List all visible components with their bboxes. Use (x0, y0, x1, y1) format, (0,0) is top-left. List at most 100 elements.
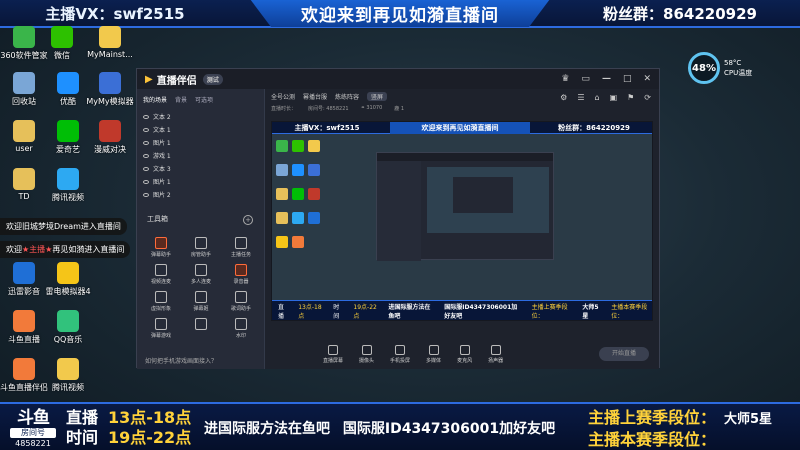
rank-last-label: 主播上赛季段位： (588, 408, 717, 427)
tool-item[interactable]: 歌词助手 (221, 291, 261, 312)
tool-item[interactable]: 多人连麦 (181, 264, 221, 285)
tab-background[interactable]: 背景 (175, 95, 187, 104)
desktop-icon[interactable]: MyMainst... (84, 26, 136, 59)
tool-item[interactable] (181, 318, 221, 339)
preview-time-hours: 19点-22点 (353, 303, 377, 320)
welcome-banner: 欢迎来到再见如漪直播间 (250, 0, 550, 27)
desktop-icon-label: MyMainst... (87, 50, 133, 59)
source-tool[interactable]: 手机投屏 (390, 345, 410, 364)
layer-item[interactable]: 图片 1 (137, 136, 264, 149)
desktop-icon[interactable]: 漫威对决 (84, 120, 136, 155)
cpu-widget[interactable]: 48% 58°C CPU温度 (688, 52, 752, 84)
preview-announce-2: 国际服ID4347306001加好友吧 (444, 303, 518, 320)
start-live-button[interactable]: 开始直播 (599, 347, 649, 361)
tool-item[interactable]: 弹幕姬 (181, 291, 221, 312)
rank-last-value: 大师5星 (724, 412, 773, 427)
desktop-icon[interactable]: 腾讯视频 (42, 168, 94, 203)
streamer-wechat: 主播VX：swf2515 (45, 4, 185, 23)
tool-item[interactable]: 视频连麦 (141, 264, 181, 285)
danmaku-highlight: ★主播★ (22, 245, 53, 254)
scene-panel: 我的场景 背景 可选项 文本 2 文本 1 图片 1 游戏 1 文本 3 图片 1 图片 2… (137, 89, 265, 369)
source-tool-label: 摄像头 (359, 358, 375, 364)
source-tool[interactable]: 多媒体 (426, 345, 441, 364)
eye-icon[interactable] (143, 140, 149, 145)
desktop-icon[interactable]: QQ音乐 (42, 310, 94, 345)
layer-label: 文本 1 (153, 127, 171, 134)
header-item[interactable]: 炼练阵容 (335, 92, 359, 101)
layer-label: 游戏 1 (153, 153, 171, 160)
home-icon[interactable]: ⌂ (594, 93, 599, 102)
source-tool[interactable]: 麦克风 (457, 345, 472, 364)
desktop-icon[interactable]: 雷电模拟器4 (42, 262, 94, 297)
test-badge: 测试 (202, 73, 223, 85)
preview-desktop-icon (276, 164, 288, 176)
preview-desktop-icon (292, 212, 304, 224)
layer-item[interactable]: 图片 2 (137, 188, 264, 201)
source-tool-icon (459, 345, 470, 355)
layer-item[interactable]: 图片 1 (137, 175, 264, 188)
eye-icon[interactable] (143, 114, 149, 119)
cpu-label: CPU温度 (724, 69, 753, 77)
preview-desktop-icon (292, 164, 304, 176)
preview-desktop-icon (308, 188, 320, 200)
source-tool-label: 多媒体 (426, 358, 442, 364)
time-label: 时间 (66, 428, 99, 447)
rank-now-label: 主播本赛季段位： (588, 430, 717, 449)
app-icon (13, 26, 35, 48)
app-icon (57, 310, 79, 332)
header-item[interactable]: 全号公测 (271, 92, 295, 101)
app-icon (57, 358, 79, 380)
source-tool-icon (428, 345, 439, 355)
eye-icon[interactable] (143, 127, 149, 132)
source-tool[interactable]: 直播屏幕 (323, 345, 343, 364)
help-link[interactable]: 如何把手机游戏画面接入？ (145, 356, 217, 365)
preview-time: 时间 (333, 303, 340, 320)
skin-icon[interactable]: ♛ (561, 74, 569, 84)
stream-preview[interactable]: 主播VX：swf2515 欢迎来到再见如漪直播间 粉丝群：864220929 直… (271, 121, 653, 321)
window-mode-icon[interactable]: ▭ (581, 74, 590, 84)
menu-icon[interactable]: ☰ (577, 93, 584, 102)
tool-item[interactable]: 录音器 (221, 264, 261, 285)
desktop-icon-label: MyMy模拟器 (86, 97, 134, 106)
minimize-icon[interactable]: — (602, 74, 611, 84)
settings-icon[interactable]: ⚙ (560, 93, 567, 102)
tab-my-scenes[interactable]: 我的场景 (143, 95, 167, 104)
danmaku-text: 欢迎旧城梦境Dream进入直播间 (6, 222, 121, 231)
header-item[interactable]: 幂播台服 (303, 92, 327, 101)
mode-switch[interactable]: 竖屏 (367, 91, 388, 101)
tool-item[interactable]: 主播任务 (221, 237, 261, 258)
desktop-icon[interactable]: 腾讯视频 (42, 358, 94, 393)
tool-item[interactable]: 弹幕助手 (141, 237, 181, 258)
eye-icon[interactable] (143, 153, 149, 158)
tool-item[interactable]: 虚拟形象 (141, 291, 181, 312)
eye-icon[interactable] (143, 192, 149, 197)
tab-options[interactable]: 可选项 (195, 95, 213, 104)
room-number: 4858221 (15, 439, 51, 448)
tool-item[interactable]: 房管助手 (181, 237, 221, 258)
preview-desktop-icon (308, 164, 320, 176)
desktop-icon[interactable]: 微信 (36, 26, 88, 61)
maximize-icon[interactable]: □ (623, 74, 632, 84)
tool-item[interactable]: 水印 (221, 318, 261, 339)
desktop-icon[interactable]: MyMy模拟器 (84, 72, 136, 107)
eye-icon[interactable] (143, 179, 149, 184)
layer-item[interactable]: 文本 2 (137, 110, 264, 123)
flag-icon[interactable]: ⚑ (627, 93, 634, 102)
source-tool-label: 直播屏幕 (323, 358, 344, 364)
source-tool-label: 麦克风 (457, 358, 473, 364)
refresh-icon[interactable]: ⟳ (644, 93, 651, 102)
desktop-icon-label: QQ音乐 (53, 335, 83, 344)
add-tool-icon[interactable]: + (243, 215, 253, 225)
layer-item[interactable]: 文本 3 (137, 162, 264, 175)
tool-item[interactable]: 弹幕游戏 (141, 318, 181, 339)
preview-desktop-icon (308, 212, 320, 224)
layer-item[interactable]: 文本 1 (137, 123, 264, 136)
source-toolbar: 直播屏幕 摄像头 手机投屏 多媒体 麦克风 扬声器 (323, 345, 503, 364)
preview-desktop-icon (276, 212, 288, 224)
close-icon[interactable]: ✕ (643, 74, 651, 84)
source-tool[interactable]: 扬声器 (488, 345, 503, 364)
layer-item[interactable]: 游戏 1 (137, 149, 264, 162)
eye-icon[interactable] (143, 166, 149, 171)
layout-icon[interactable]: ▣ (610, 93, 618, 102)
source-tool[interactable]: 摄像头 (359, 345, 374, 364)
